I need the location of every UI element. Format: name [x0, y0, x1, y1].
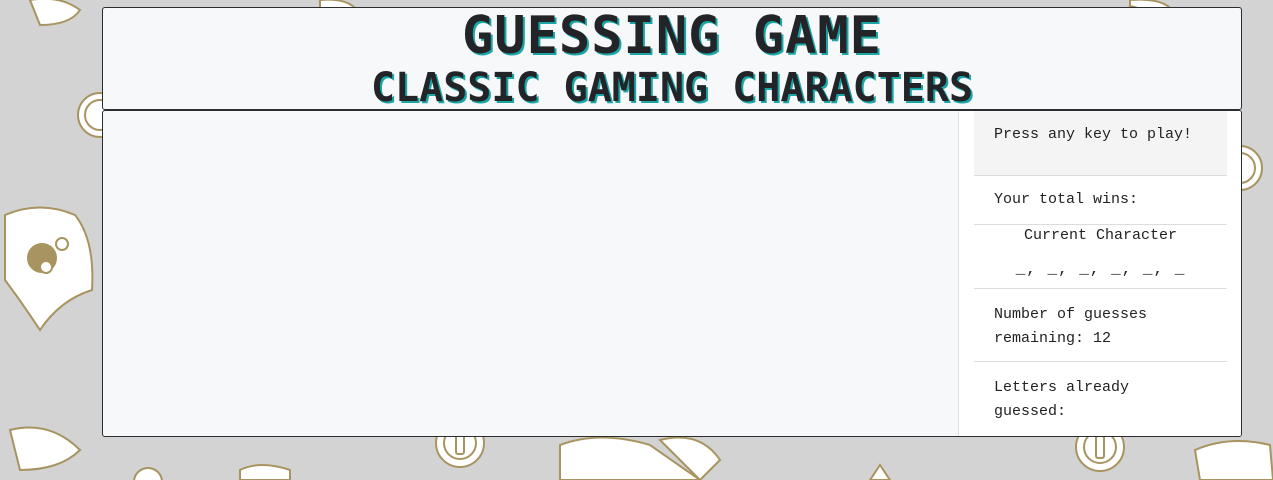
squid-icon: [4, 206, 94, 332]
coin-icon: [133, 467, 163, 480]
current-character-section: Current Character _, _, _, _, _, _: [974, 225, 1227, 289]
leaf-icon: [8, 426, 82, 472]
wins-section: Your total wins:: [974, 176, 1227, 225]
header-card: Guessing Game Classic Gaming Characters: [102, 7, 1242, 110]
guesses-label: Number of guesses remaining:: [994, 306, 1148, 347]
letters-guessed-section: Letters already guessed:: [974, 362, 1227, 424]
guesses-remaining-value: 12: [1093, 330, 1112, 347]
play-prompt-text: Press any key to play!: [994, 126, 1193, 143]
letters-guessed-label: Letters already guessed:: [994, 379, 1130, 420]
word-blanks: _, _, _, _, _, _: [1015, 260, 1186, 278]
page-title: Guessing Game: [462, 6, 882, 66]
page-subtitle: Classic Gaming Characters: [370, 65, 974, 111]
star-icon: [868, 463, 892, 480]
bullet-icon: [239, 464, 291, 480]
rocket-icon: [559, 436, 722, 480]
game-status-panel: Press any key to play! Your total wins: …: [958, 111, 1241, 436]
play-prompt-section: Press any key to play!: [974, 111, 1227, 176]
game-card: Press any key to play! Your total wins: …: [102, 110, 1242, 437]
wins-label: Your total wins:: [994, 191, 1139, 208]
rocket-icon: [1193, 440, 1273, 480]
current-character-label: Current Character: [1023, 227, 1178, 244]
character-image-area: [103, 111, 957, 436]
guesses-remaining-section: Number of guesses remaining: 12: [974, 289, 1227, 362]
